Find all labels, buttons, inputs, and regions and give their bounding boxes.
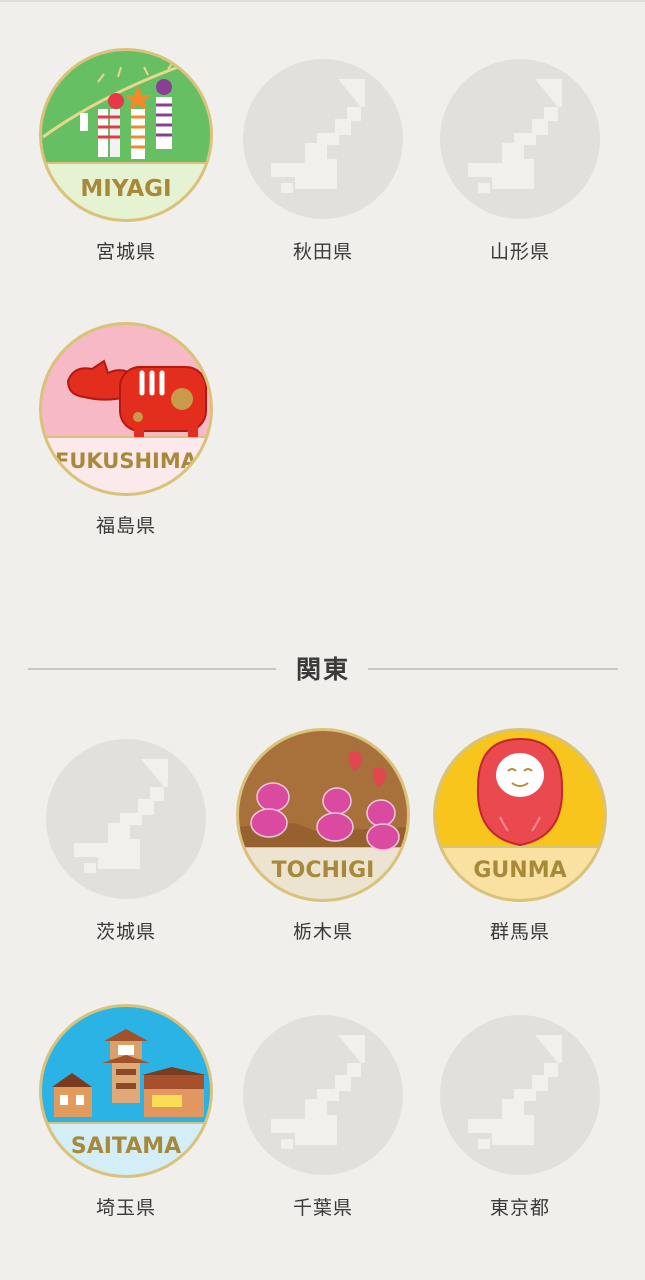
gunma-badge[interactable]: GUNMA: [432, 727, 608, 903]
gunma-badge-label: GUNMA: [473, 858, 566, 883]
prefecture-cell-chiba[interactable]: 千葉県: [225, 1003, 421, 1243]
prefecture-cell-fukushima[interactable]: FUKUSHIMA 福島県: [28, 321, 224, 561]
prefecture-name: 茨城県: [95, 921, 156, 943]
prefecture-name: 宮城県: [95, 241, 156, 263]
tochigi-badge-label: TOCHIGI: [272, 858, 375, 883]
region-title: 関東: [295, 655, 350, 684]
prefecture-name: 栃木県: [292, 921, 353, 943]
daruma-icon: [476, 737, 564, 847]
locked-badge[interactable]: [235, 1003, 411, 1179]
prefecture-cell-miyagi[interactable]: MIYAGI 宮城県: [28, 47, 224, 287]
locked-badge[interactable]: [235, 47, 411, 223]
prefecture-cell-tokyo[interactable]: 東京都: [422, 1003, 618, 1243]
prefecture-cell-yamagata[interactable]: 山形県: [422, 47, 618, 287]
prefecture-name: 山形県: [489, 241, 550, 263]
fukushima-badge[interactable]: FUKUSHIMA: [38, 321, 214, 497]
miyagi-badge[interactable]: MIYAGI: [38, 47, 214, 223]
prefecture-cell-gunma[interactable]: GUNMA 群馬県: [422, 727, 618, 967]
locked-badge[interactable]: [38, 727, 214, 903]
prefecture-cell-saitama[interactable]: SAITAMA 埼玉県: [28, 1003, 224, 1243]
miyagi-badge-label: MIYAGI: [80, 176, 171, 202]
saitama-badge[interactable]: SAITAMA: [38, 1003, 214, 1179]
region-header-kanto: 関東: [28, 648, 618, 688]
locked-badge[interactable]: [432, 1003, 608, 1179]
prefecture-cell-akita[interactable]: 秋田県: [225, 47, 421, 287]
prefecture-cell-ibaraki[interactable]: 茨城県: [28, 727, 224, 967]
saitama-badge-label: SAITAMA: [71, 1134, 181, 1159]
prefecture-name: 秋田県: [292, 241, 353, 263]
tochigi-badge[interactable]: TOCHIGI: [235, 727, 411, 903]
prefecture-name: 東京都: [489, 1197, 550, 1219]
prefecture-name: 埼玉県: [95, 1197, 156, 1219]
locked-badge[interactable]: [432, 47, 608, 223]
top-divider: [0, 0, 645, 2]
fukushima-badge-label: FUKUSHIMA: [55, 449, 198, 473]
prefecture-name: 千葉県: [292, 1197, 353, 1219]
prefecture-cell-tochigi[interactable]: TOCHIGI 栃木県: [225, 727, 421, 967]
prefecture-name: 福島県: [95, 515, 156, 537]
prefecture-name: 群馬県: [489, 921, 550, 943]
